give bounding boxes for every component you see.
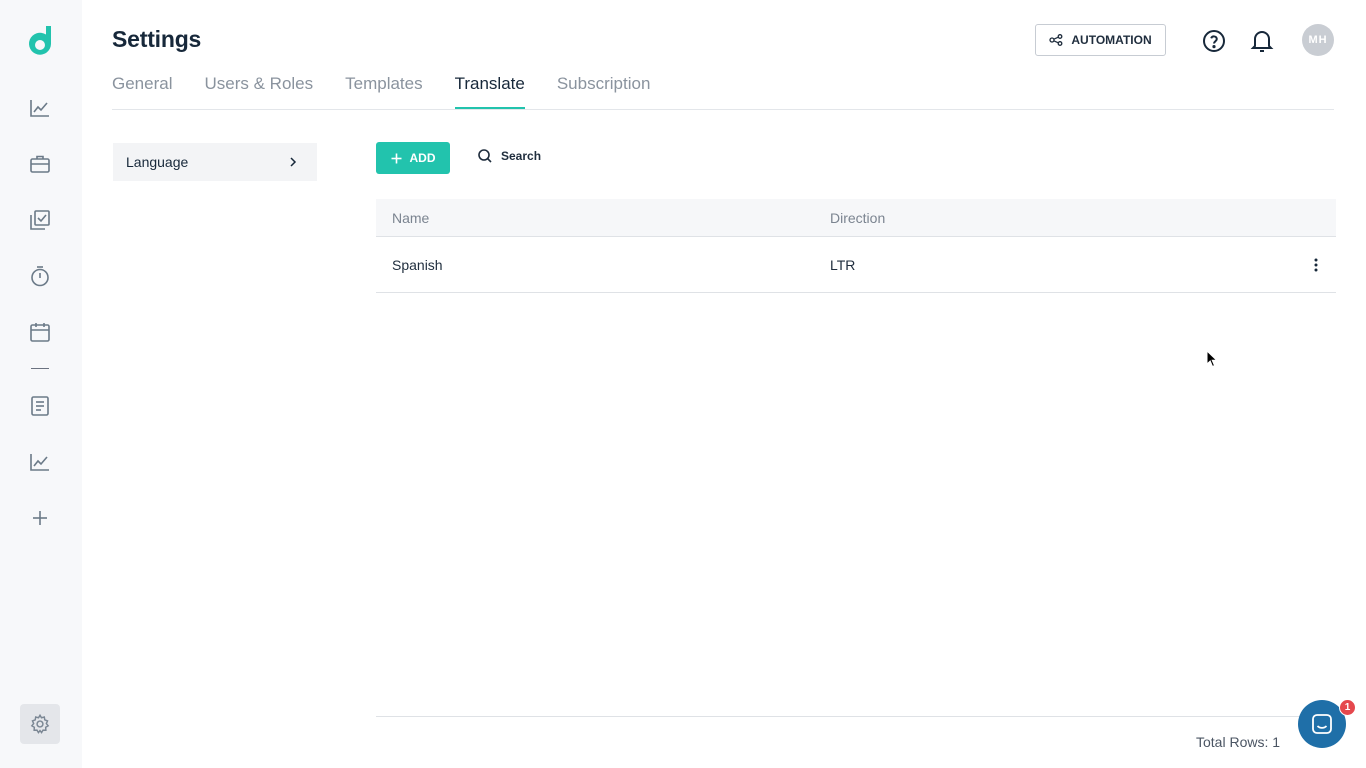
sidebar-divider xyxy=(31,368,49,369)
add-label: ADD xyxy=(409,151,436,165)
search-label: Search xyxy=(501,149,542,163)
column-header-name[interactable]: Name xyxy=(376,210,830,226)
tab-translate[interactable]: Translate xyxy=(454,74,525,109)
row-menu-icon[interactable] xyxy=(1296,258,1336,272)
dashboard-chart-icon[interactable] xyxy=(28,96,52,120)
cell-direction: LTR xyxy=(830,256,856,273)
automation-label: AUTOMATION xyxy=(1071,33,1152,47)
share-nodes-icon xyxy=(1049,34,1063,46)
avatar[interactable]: MH xyxy=(1302,24,1334,56)
subnav-item-label: Language xyxy=(126,154,189,170)
add-icon[interactable] xyxy=(28,506,52,530)
page-title: Settings xyxy=(112,26,202,52)
mouse-cursor-icon xyxy=(1206,350,1218,368)
logo-icon[interactable] xyxy=(24,24,56,58)
add-button[interactable]: ADD xyxy=(376,142,450,174)
timer-icon[interactable] xyxy=(28,264,52,288)
document-icon[interactable] xyxy=(28,394,52,418)
plus-icon xyxy=(391,153,401,163)
tab-templates[interactable]: Templates xyxy=(345,74,422,109)
search-icon xyxy=(478,149,492,163)
help-icon[interactable] xyxy=(1202,29,1226,53)
language-table: Name Direction Spanish LTR xyxy=(376,199,1336,293)
table-row[interactable]: Spanish LTR xyxy=(376,237,1336,293)
bell-icon[interactable] xyxy=(1250,28,1274,54)
subnav-item-language[interactable]: Language xyxy=(113,143,317,181)
chevron-right-icon xyxy=(290,157,297,167)
sidebar xyxy=(0,0,82,768)
tab-users-roles[interactable]: Users & Roles xyxy=(204,74,313,109)
tab-subscription[interactable]: Subscription xyxy=(557,74,651,109)
automation-button[interactable]: AUTOMATION xyxy=(1035,24,1166,56)
calendar-icon[interactable] xyxy=(28,320,52,344)
tasks-icon[interactable] xyxy=(28,208,52,232)
tabs-divider xyxy=(112,109,1334,110)
briefcase-icon[interactable] xyxy=(28,152,52,176)
table-footer-divider xyxy=(376,716,1334,717)
chat-badge: 1 xyxy=(1339,699,1356,716)
chat-icon xyxy=(1312,714,1332,734)
cell-name: Spanish xyxy=(392,256,443,273)
search-button[interactable]: Search xyxy=(477,148,541,164)
settings-tabs: General Users & Roles Templates Translat… xyxy=(112,74,650,109)
table-header: Name Direction xyxy=(376,199,1336,237)
tab-general[interactable]: General xyxy=(112,74,172,109)
settings-gear-icon[interactable] xyxy=(20,704,60,744)
reports-chart-icon[interactable] xyxy=(28,450,52,474)
column-header-direction[interactable]: Direction xyxy=(830,210,1336,226)
total-rows: Total Rows: 1 xyxy=(1196,734,1281,750)
